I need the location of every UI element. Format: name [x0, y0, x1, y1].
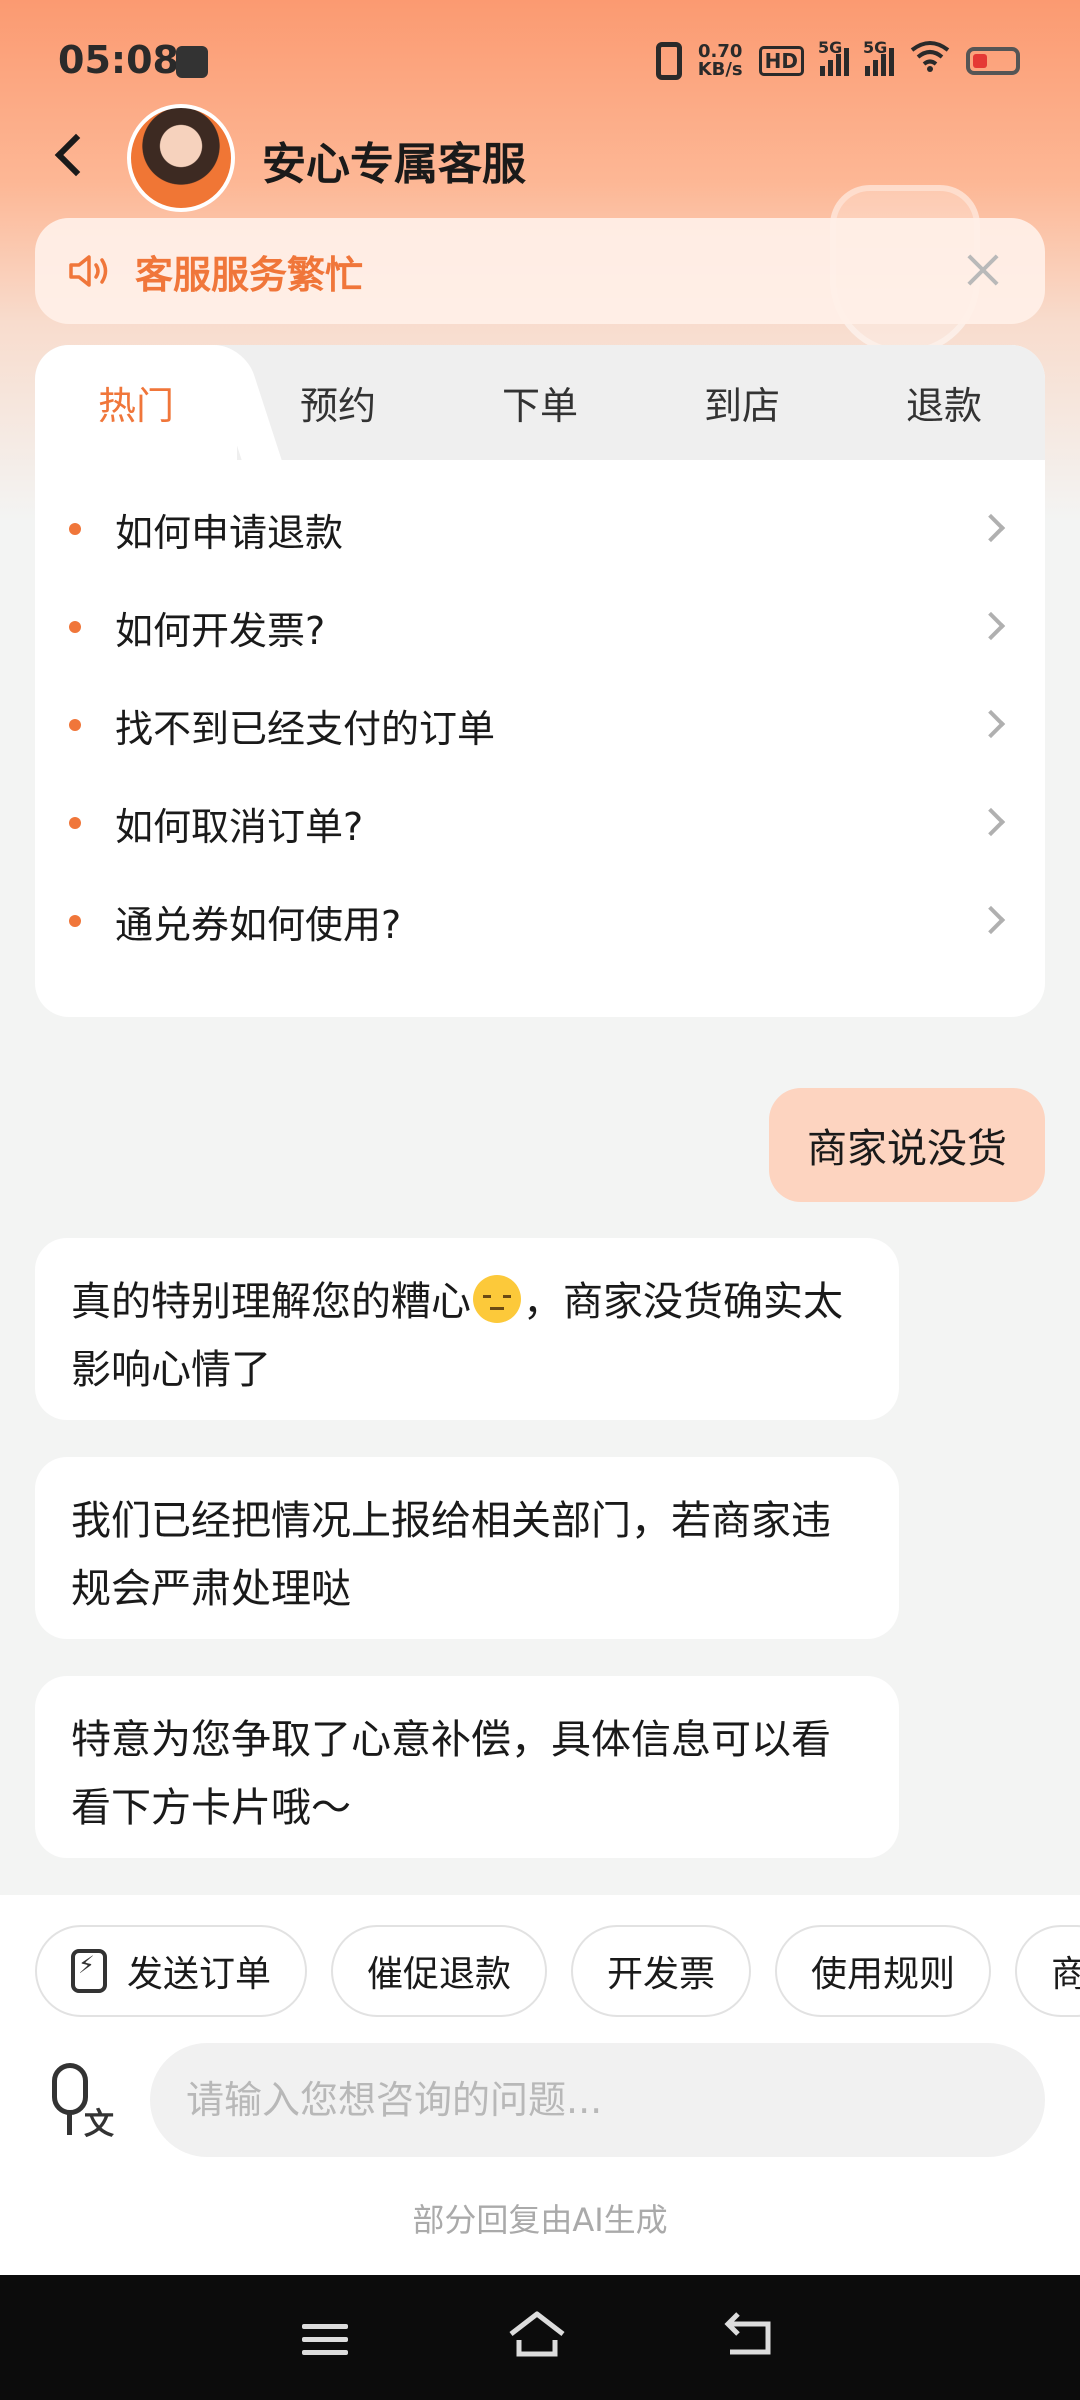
merchant-button-partial[interactable]: 商 — [1015, 1925, 1080, 2017]
back-arrow-icon — [54, 133, 98, 177]
tab-in-store[interactable]: 到店 — [641, 345, 843, 460]
battery-icon — [966, 46, 1020, 75]
network-speed: 0.70 KB/s — [697, 40, 743, 80]
user-message-bubble: 商家说没货 — [769, 1088, 1045, 1202]
faq-item-label: 如何取消订单? — [115, 804, 364, 849]
faq-item[interactable]: 如何开发票? — [35, 578, 1045, 676]
tab-label: 热门 — [97, 384, 174, 428]
service-notice-banner: 客服服务繁忙 — [35, 218, 1045, 324]
network-type-1: 5G — [818, 37, 843, 57]
chevron-right-icon — [976, 807, 1006, 837]
chip-label: 使用规则 — [811, 1954, 956, 1995]
tab-label: 预约 — [299, 384, 376, 428]
chevron-right-icon — [976, 513, 1006, 543]
faq-item[interactable]: 通兑券如何使用? — [35, 872, 1045, 970]
tab-label: 下单 — [501, 384, 578, 428]
network-type-2: 5G — [863, 37, 888, 57]
wifi-icon — [910, 40, 950, 81]
faq-tabs: 热门 预约 下单 到店 退款 — [35, 345, 1045, 460]
text-mode-label: 文 — [84, 2107, 114, 2142]
bot-message-text: 真的特别理解您的糟心 — [71, 1279, 471, 1325]
signal-icon-2: 5G — [863, 38, 894, 76]
faq-list: 如何申请退款 如何开发票? 找不到已经支付的订单 如何取消订单? 通兑券如何使用… — [35, 460, 1045, 970]
speed-unit: KB/s — [697, 58, 743, 80]
faq-card: 热门 预约 下单 到店 退款 如何申请退款 如何开发票? 找不到已经支付的订单 … — [35, 345, 1045, 1017]
microphone-stand — [67, 2113, 72, 2135]
faq-item[interactable]: 如何取消订单? — [35, 774, 1045, 872]
hd-icon: HD — [758, 45, 804, 76]
notice-text: 客服服务繁忙 — [135, 252, 364, 297]
send-order-button[interactable]: 发送订单 — [35, 1925, 308, 2017]
system-nav-bar — [0, 2275, 1080, 2400]
invoice-button[interactable]: 开发票 — [571, 1925, 752, 2017]
microphone-icon — [52, 2063, 88, 2115]
chevron-right-icon — [976, 611, 1006, 641]
tab-label: 到店 — [703, 384, 780, 428]
faq-item[interactable]: 找不到已经支付的订单 — [35, 676, 1045, 774]
status-icons: 0.70 KB/s HD 5G 5G — [655, 38, 1020, 81]
chip-label: 开发票 — [607, 1954, 716, 1995]
tab-reservation[interactable]: 预约 — [237, 345, 439, 460]
chevron-right-icon — [976, 709, 1006, 739]
chevron-right-icon — [976, 905, 1006, 935]
quick-action-row: 发送订单 催促退款 开发票 使用规则 商 — [35, 1925, 1080, 2017]
bullet-dot-icon — [69, 719, 81, 731]
question-input[interactable] — [150, 2043, 1045, 2157]
usage-rules-button[interactable]: 使用规则 — [775, 1925, 992, 2017]
order-document-icon — [71, 1949, 107, 1993]
bullet-dot-icon — [69, 621, 81, 633]
bullet-dot-icon — [69, 817, 81, 829]
faq-item-label: 如何开发票? — [115, 608, 326, 653]
tab-label: 退款 — [905, 384, 982, 428]
bot-message-bubble: 真的特别理解您的糟心 ，商家没货确实太影响心情了 — [35, 1238, 899, 1420]
tab-hot[interactable]: 热门 — [35, 345, 237, 460]
chip-label: 商 — [1051, 1954, 1080, 1995]
speed-value: 0.70 — [697, 40, 743, 62]
tab-refund[interactable]: 退款 — [843, 345, 1045, 460]
page-title: 安心专属客服 — [262, 139, 526, 190]
bot-message-bubble: 我们已经把情况上报给相关部门，若商家违规会严肃处理哒 — [35, 1457, 899, 1639]
agent-avatar — [127, 104, 235, 212]
bot-message-bubble: 特意为您争取了心意补偿，具体信息可以看看下方卡片哦～ — [35, 1676, 899, 1858]
chip-label: 发送订单 — [127, 1954, 272, 1995]
vibrate-icon — [655, 41, 682, 80]
menu-icon[interactable] — [292, 2308, 362, 2368]
faq-item-label: 如何申请退款 — [115, 510, 344, 555]
chip-label: 催促退款 — [367, 1954, 512, 1995]
back-nav-icon[interactable] — [718, 2308, 788, 2368]
faq-item-label: 找不到已经支付的订单 — [115, 706, 496, 751]
composer-panel: 发送订单 催促退款 开发票 使用规则 商 文 部分回复由AI生成 — [0, 1895, 1080, 2275]
speaker-icon — [67, 251, 113, 291]
signal-icon-1: 5G — [818, 38, 849, 76]
bullet-dot-icon — [69, 915, 81, 927]
close-icon[interactable] — [963, 250, 1003, 290]
faq-item[interactable]: 如何申请退款 — [35, 480, 1045, 578]
home-icon[interactable] — [505, 2308, 575, 2368]
urge-refund-button[interactable]: 催促退款 — [331, 1925, 548, 2017]
notification-app-icon — [176, 46, 208, 78]
faq-item-label: 通兑券如何使用? — [115, 902, 402, 947]
pensive-face-emoji-icon — [473, 1275, 521, 1323]
voice-input-button[interactable]: 文 — [44, 2063, 124, 2143]
back-button[interactable] — [40, 120, 100, 190]
status-bar: 05:08 0.70 KB/s HD 5G 5G — [0, 0, 1080, 120]
bullet-dot-icon — [69, 523, 81, 535]
tab-order[interactable]: 下单 — [439, 345, 641, 460]
status-time: 05:08 — [58, 38, 179, 82]
ai-disclaimer: 部分回复由AI生成 — [412, 2201, 668, 2239]
